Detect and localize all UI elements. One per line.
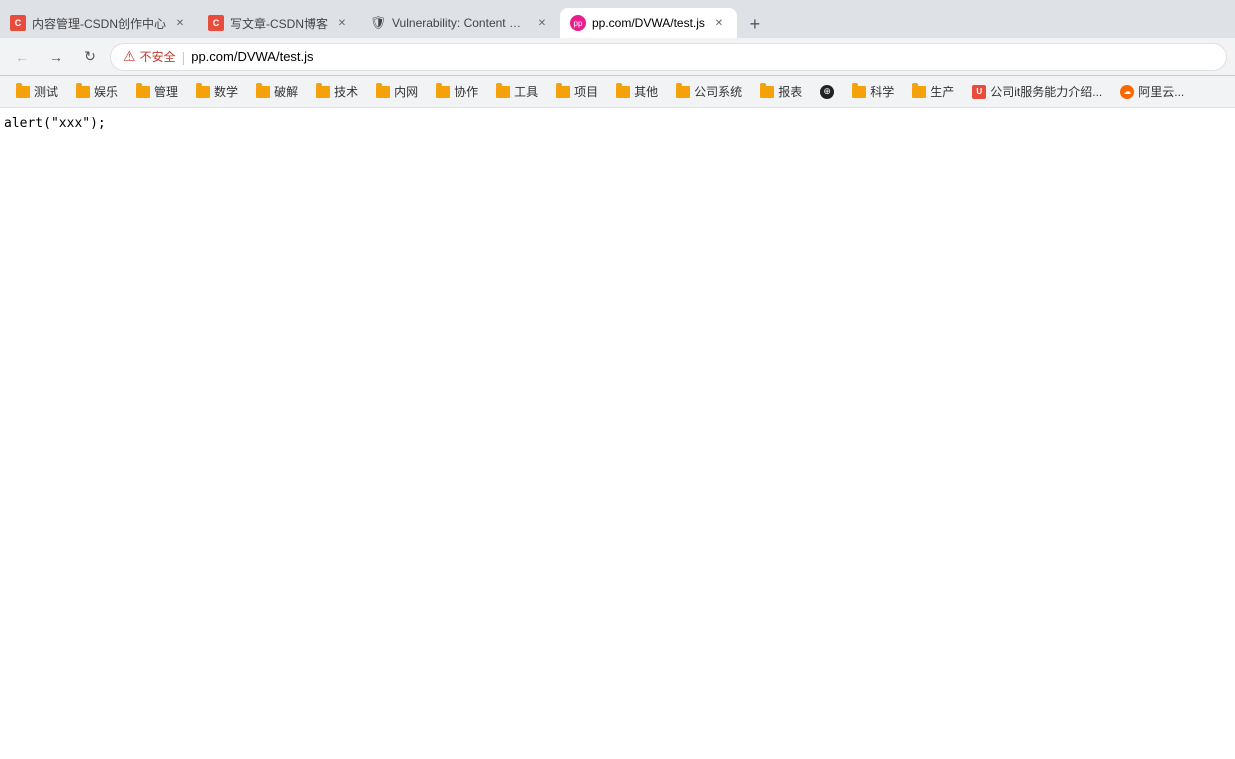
folder-icon-13 (760, 86, 774, 98)
bookmark-label-9: 工具 (514, 83, 538, 100)
u-icon: U (972, 85, 986, 99)
bookmark-qita[interactable]: 其他 (608, 79, 666, 104)
folder-icon-3 (136, 86, 150, 98)
bookmark-guanli[interactable]: 管理 (128, 79, 186, 104)
folder-icon-11 (616, 86, 630, 98)
tab-vulnerability[interactable]: 🛡 Vulnerability: Content Security... ✕ (360, 8, 560, 38)
bookmark-ceshi[interactable]: 测试 (8, 79, 66, 104)
csdn-icon-1: C (10, 15, 26, 31)
folder-icon-12 (676, 86, 690, 98)
bookmark-jishu[interactable]: 技术 (308, 79, 366, 104)
tab-title-3: Vulnerability: Content Security... (392, 16, 528, 30)
folder-icon-4 (196, 86, 210, 98)
bookmark-baobiao[interactable]: 报表 (752, 79, 810, 104)
tab-bar: C 内容管理-CSDN创作中心 ✕ C 写文章-CSDN博客 ✕ 🛡 Vulne… (0, 0, 1235, 38)
bookmark-label-5: 破解 (274, 83, 298, 100)
folder-icon-5 (256, 86, 270, 98)
folder-icon-8 (436, 86, 450, 98)
address-separator: | (182, 49, 186, 65)
bookmark-gongju[interactable]: 工具 (488, 79, 546, 104)
bookmark-label-1: 测试 (34, 83, 58, 100)
tab-csdn-content[interactable]: C 内容管理-CSDN创作中心 ✕ (0, 8, 198, 38)
warning-icon: ⚠ (123, 48, 136, 65)
bookmark-label-10: 项目 (574, 83, 598, 100)
bookmark-label-12: 公司系统 (694, 83, 742, 100)
tab-favicon-1: C (10, 15, 26, 31)
bookmark-xiezuo[interactable]: 协作 (428, 79, 486, 104)
bookmark-shuxue[interactable]: 数学 (188, 79, 246, 104)
folder-icon-16 (912, 86, 926, 98)
tab-favicon-3: 🛡 (370, 15, 386, 31)
folder-icon-6 (316, 86, 330, 98)
folder-icon-1 (16, 86, 30, 98)
reload-button[interactable]: ↻ (76, 43, 104, 71)
bookmark-earth[interactable]: ⊕ (812, 81, 842, 103)
bookmark-shengchan[interactable]: 生产 (904, 79, 962, 104)
bookmark-aliyun[interactable]: ☁ 阿里云... (1112, 79, 1192, 104)
folder-icon-7 (376, 86, 390, 98)
tab-close-3[interactable]: ✕ (534, 15, 550, 31)
folder-icon-15 (852, 86, 866, 98)
shield-icon-3: 🛡 (370, 15, 386, 31)
bookmark-label-4: 数学 (214, 83, 238, 100)
folder-icon-2 (76, 86, 90, 98)
bookmark-label-6: 技术 (334, 83, 358, 100)
bookmark-neiwang[interactable]: 内网 (368, 79, 426, 104)
tab-close-2[interactable]: ✕ (334, 15, 350, 31)
bookmark-label-8: 协作 (454, 83, 478, 100)
bookmark-label-7: 内网 (394, 83, 418, 100)
tab-title-2: 写文章-CSDN博客 (230, 15, 328, 32)
back-button[interactable]: ← (8, 43, 36, 71)
browser-chrome: C 内容管理-CSDN创作中心 ✕ C 写文章-CSDN博客 ✕ 🛡 Vulne… (0, 0, 1235, 108)
page-content: alert("xxx"); (0, 108, 1235, 708)
tab-favicon-4: pp (570, 15, 586, 31)
tab-testjs[interactable]: pp pp.com/DVWA/test.js ✕ (560, 8, 737, 38)
address-bar[interactable]: ⚠ 不安全 | pp.com/DVWA/test.js (110, 43, 1227, 71)
pink-icon-4: pp (570, 15, 586, 31)
bookmark-yule[interactable]: 娱乐 (68, 79, 126, 104)
bookmark-gongsixitong[interactable]: 公司系统 (668, 79, 750, 104)
bookmark-label-13: 报表 (778, 83, 802, 100)
tab-title-4: pp.com/DVWA/test.js (592, 16, 705, 30)
security-warning: ⚠ 不安全 (123, 48, 176, 65)
forward-button[interactable]: → (42, 43, 70, 71)
tab-favicon-2: C (208, 15, 224, 31)
bookmark-pojie[interactable]: 破解 (248, 79, 306, 104)
address-url: pp.com/DVWA/test.js (191, 49, 313, 64)
earth-icon: ⊕ (820, 85, 834, 99)
bookmark-label-2: 娱乐 (94, 83, 118, 100)
bookmark-label-16: 生产 (930, 83, 954, 100)
bookmark-label-3: 管理 (154, 83, 178, 100)
address-bar-row: ← → ↻ ⚠ 不安全 | pp.com/DVWA/test.js (0, 38, 1235, 76)
tab-csdn-write[interactable]: C 写文章-CSDN博客 ✕ (198, 8, 360, 38)
bookmarks-bar: 测试 娱乐 管理 数学 破解 技术 内网 协作 (0, 76, 1235, 108)
csdn-icon-2: C (208, 15, 224, 31)
page-code: alert("xxx"); (4, 116, 106, 131)
bookmark-label-17: 公司it服务能力介绍... (990, 83, 1102, 100)
new-tab-button[interactable]: + (741, 10, 769, 38)
bookmark-kexue[interactable]: 科学 (844, 79, 902, 104)
bookmark-company-it[interactable]: U 公司it服务能力介绍... (964, 79, 1110, 104)
folder-icon-10 (556, 86, 570, 98)
tab-close-1[interactable]: ✕ (172, 15, 188, 31)
bookmark-label-15: 科学 (870, 83, 894, 100)
tab-title-1: 内容管理-CSDN创作中心 (32, 15, 166, 32)
bookmark-label-18: 阿里云... (1138, 83, 1184, 100)
security-label: 不安全 (140, 48, 176, 65)
bookmark-label-11: 其他 (634, 83, 658, 100)
bookmark-xiangmu[interactable]: 项目 (548, 79, 606, 104)
folder-icon-9 (496, 86, 510, 98)
tab-close-4[interactable]: ✕ (711, 15, 727, 31)
ali-icon: ☁ (1120, 85, 1134, 99)
